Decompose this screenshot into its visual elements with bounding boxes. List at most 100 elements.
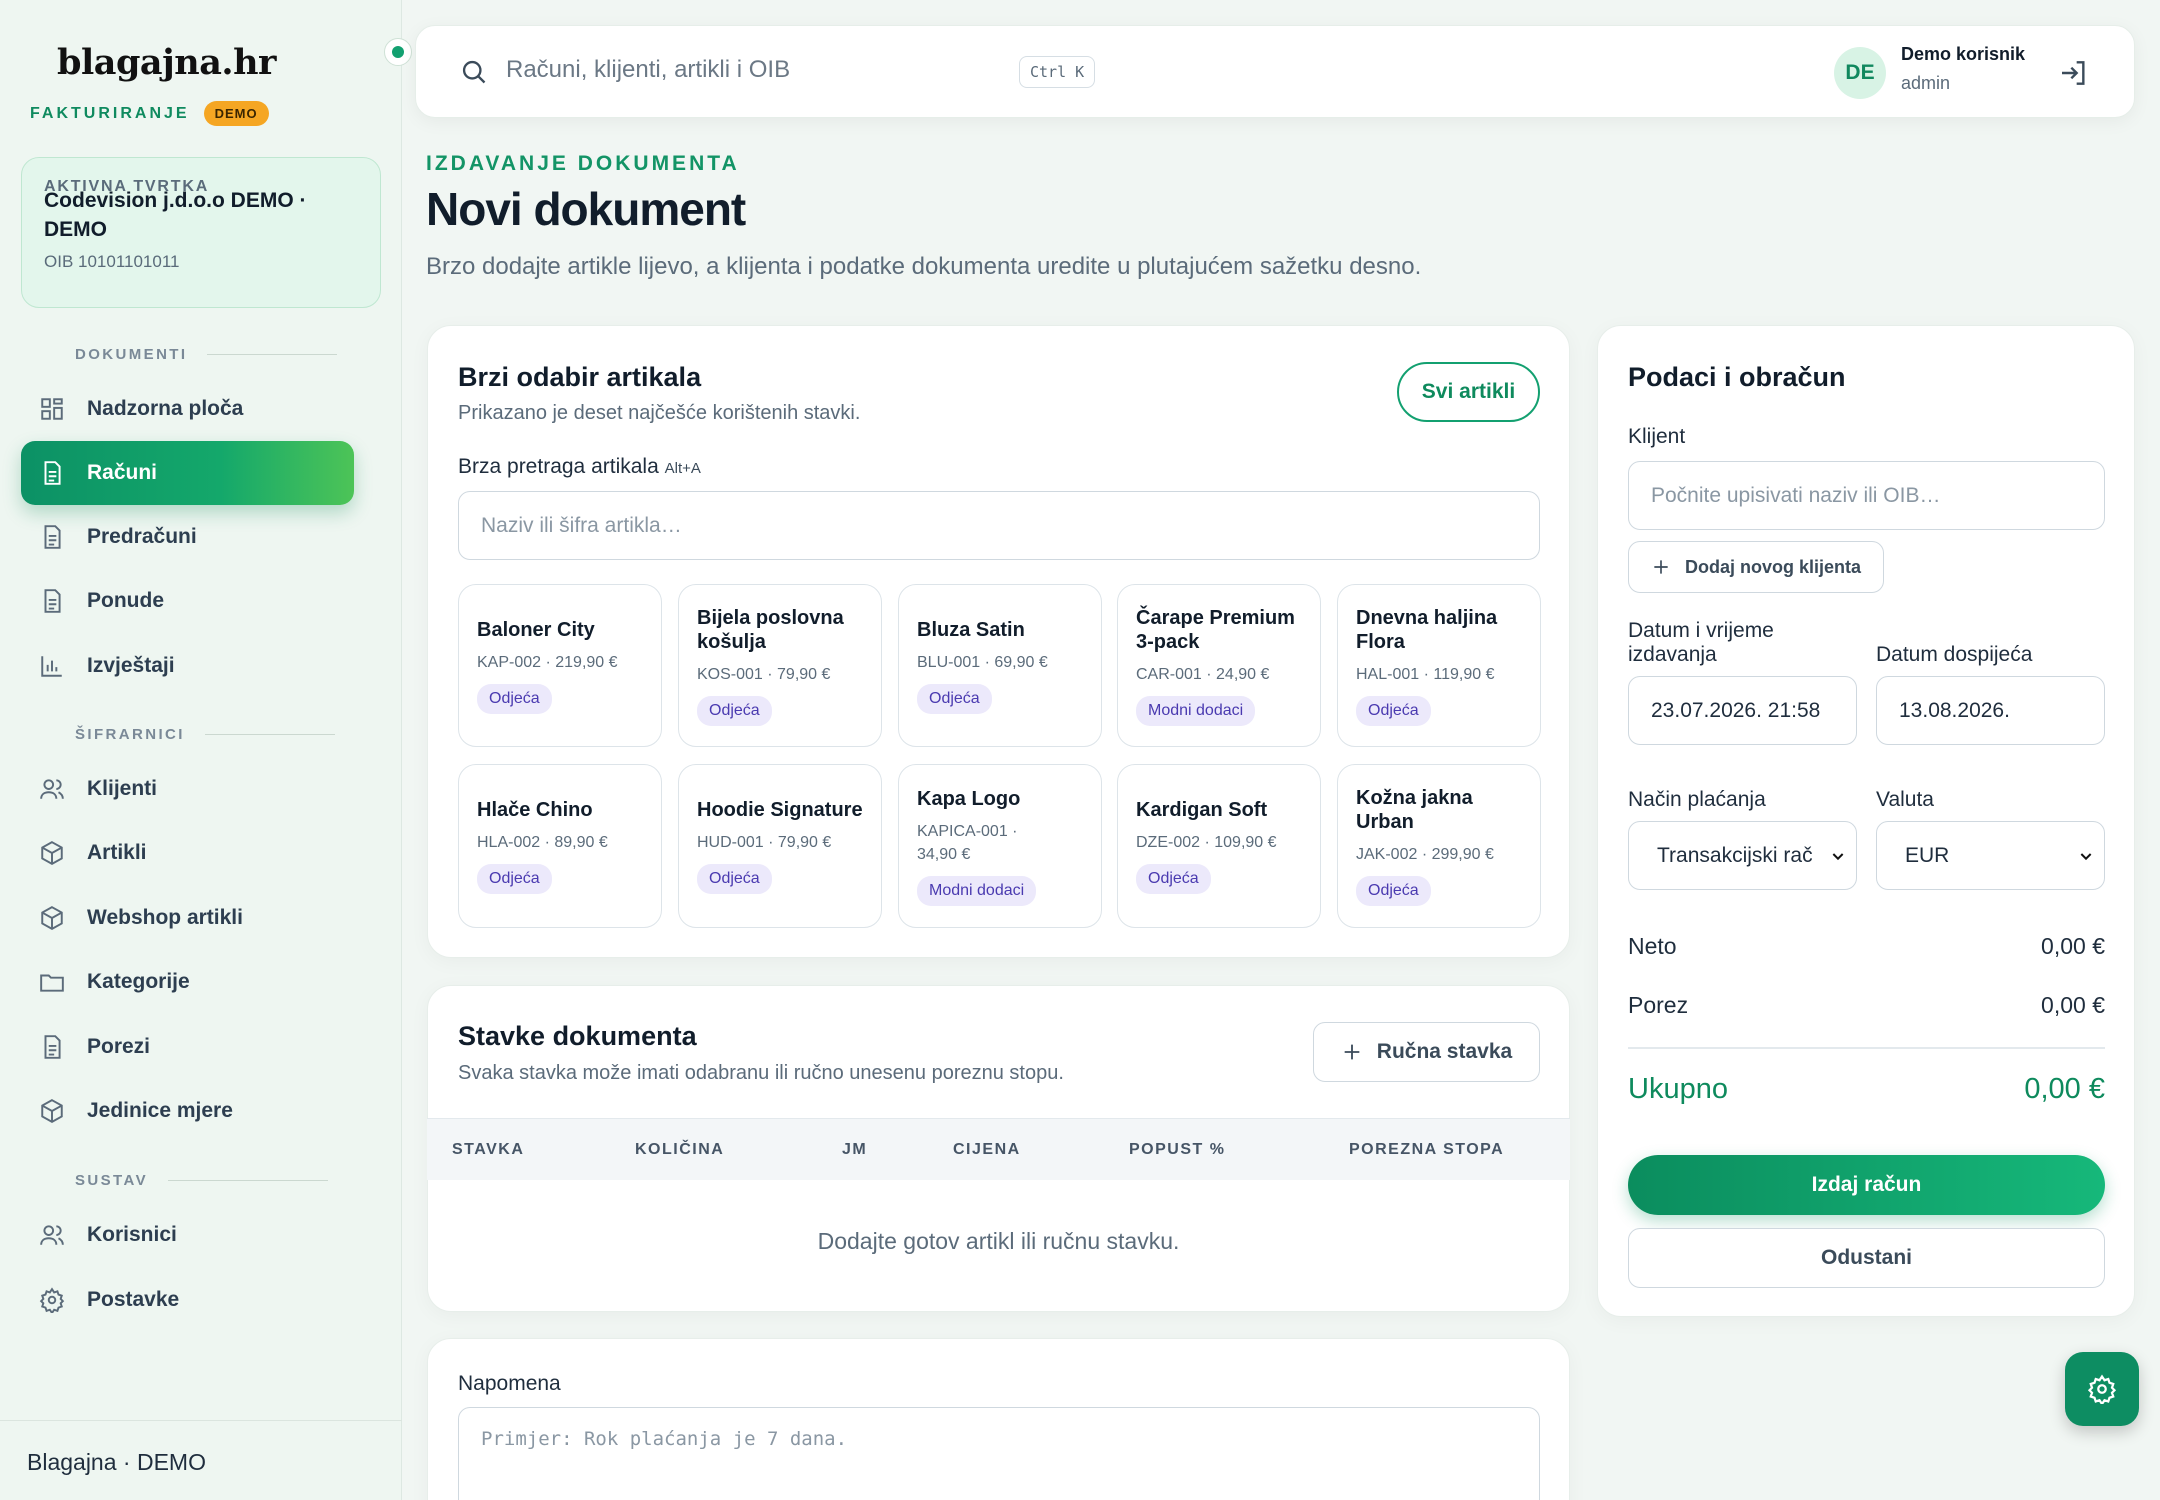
- document-icon: [44, 525, 61, 549]
- article-card[interactable]: Hlače Chino HLA-002 · 89,90 € Odjeća: [458, 764, 662, 928]
- sidebar: blagajna.hr FAKTURIRANJE DEMO AKTIVNA TV…: [0, 0, 412, 1500]
- article-name: Kožna jakna Urban: [1356, 787, 1473, 833]
- quick-pick-subtitle: Prikazano je deset najčešće korištenih s…: [458, 402, 861, 424]
- article-category-badge: Odjeća: [697, 864, 772, 894]
- sidebar-item-users[interactable]: Korisnici: [21, 1203, 354, 1267]
- manual-item-button[interactable]: Ručna stavka: [1313, 1022, 1540, 1082]
- article-meta: KAPICA-001 · 34,90 €: [917, 822, 1018, 863]
- article-name: Kardigan Soft: [1136, 799, 1268, 821]
- article-card[interactable]: Baloner City KAP-002 · 219,90 € Odjeća: [458, 584, 662, 747]
- chart-icon: [41, 656, 62, 677]
- due-date-input[interactable]: 13.08.2026.: [1876, 676, 2105, 745]
- sidebar-item-dashboard[interactable]: Nadzorna ploča: [21, 377, 354, 441]
- sidebar-item-articles[interactable]: Artikli: [21, 821, 354, 885]
- article-meta: JAK-002 · 299,90 €: [1356, 846, 1494, 863]
- article-card[interactable]: Čarape Premium 3-pack CAR-001 · 24,90 € …: [1117, 584, 1321, 747]
- column-header: CIJENA: [953, 1141, 1021, 1158]
- issue-date-input[interactable]: 23.07.2026. 21:58: [1628, 676, 1857, 745]
- payment-method-label: Način plaćanja: [1628, 788, 1766, 811]
- total-value: 0,00 €: [2024, 1073, 2105, 1105]
- article-meta: HUD-001 · 79,90 €: [697, 834, 832, 851]
- sidebar-item-clients[interactable]: Klijenti: [21, 757, 354, 821]
- total-label: Ukupno: [1628, 1073, 1728, 1105]
- gear-icon: [2087, 1374, 2117, 1404]
- company-oib: OIB 10101101011: [44, 252, 180, 271]
- cancel-button[interactable]: Odustani: [1628, 1228, 2105, 1288]
- article-search-label-text: Brza pretraga artikala: [458, 455, 659, 478]
- article-card[interactable]: Kapa Logo KAPICA-001 · 34,90 € Modni dod…: [898, 764, 1102, 928]
- section-documents: DOKUMENTI: [75, 346, 337, 363]
- page-eyebrow: IZDAVANJE DOKUMENTA: [426, 152, 740, 175]
- sidebar-item-taxes[interactable]: Porezi: [21, 1015, 354, 1079]
- article-meta: BLU-001 · 69,90 €: [917, 653, 1048, 671]
- note-textarea[interactable]: Primjer: Rok plaćanja je 7 dana.: [458, 1407, 1540, 1500]
- article-name: Hlače Chino: [477, 799, 593, 821]
- article-category-badge: Odjeća: [1136, 864, 1211, 894]
- gear-icon: [39, 1287, 65, 1313]
- summary-title: Podaci i obračun: [1628, 362, 1846, 392]
- section-system: SUSTAV: [75, 1172, 328, 1189]
- article-card[interactable]: Kardigan Soft DZE-002 · 109,90 € Odjeća: [1117, 764, 1321, 928]
- folder-icon: [40, 974, 64, 992]
- add-client-button[interactable]: Dodaj novog klijenta: [1628, 541, 1884, 593]
- article-category-badge: Modni dodaci: [917, 875, 1037, 906]
- topbar: Računi, klijenti, artikli i OIB Ctrl K D…: [415, 25, 2135, 118]
- net-value: 0,00 €: [2041, 933, 2105, 959]
- settings-fab-button[interactable]: [2065, 1352, 2139, 1426]
- sidebar-item-settings[interactable]: Postavke: [21, 1268, 354, 1332]
- sidebar-item-label: Postavke: [87, 1288, 180, 1311]
- sidebar-item-units[interactable]: Jedinice mjere: [21, 1079, 354, 1143]
- sidebar-item-reports[interactable]: Izvještaji: [21, 634, 354, 698]
- manual-item-label: Ručna stavka: [1376, 1040, 1513, 1063]
- total-row: Ukupno 0,00 €: [1628, 1073, 2105, 1106]
- issue-invoice-button[interactable]: Izdaj račun: [1628, 1155, 2105, 1215]
- article-card[interactable]: Dnevna haljina Flora HAL-001 · 119,90 € …: [1337, 584, 1541, 747]
- sidebar-item-offers[interactable]: Ponude: [21, 569, 354, 633]
- article-name: Bijela poslovna košulja: [697, 606, 844, 653]
- sidebar-item-webshop-articles[interactable]: Webshop artikli: [21, 886, 354, 950]
- payment-method-select[interactable]: Transakcijski rač: [1628, 821, 1857, 890]
- article-card[interactable]: Kožna jakna Urban JAK-002 · 299,90 € Odj…: [1337, 764, 1541, 928]
- avatar[interactable]: DE: [1834, 47, 1886, 99]
- logo[interactable]: blagajna.hr: [57, 42, 276, 83]
- article-search-input[interactable]: Naziv ili šifra artikla…: [458, 491, 1540, 560]
- quick-pick-title: Brzi odabir artikala: [458, 362, 702, 392]
- users-icon: [40, 1225, 64, 1245]
- column-header: STAVKA: [452, 1141, 525, 1158]
- brand-tag: FAKTURIRANJE: [30, 104, 190, 122]
- client-search-input[interactable]: Počnite upisivati naziv ili OIB…: [1628, 461, 2105, 530]
- global-search-input[interactable]: Računi, klijenti, artikli i OIB: [506, 56, 790, 84]
- net-label: Neto: [1628, 933, 1677, 959]
- article-meta: CAR-001 · 24,90 €: [1136, 665, 1270, 683]
- currency-select[interactable]: EUR: [1876, 821, 2105, 890]
- article-card[interactable]: Hoodie Signature HUD-001 · 79,90 € Odjeć…: [678, 764, 882, 928]
- article-name: Hoodie Signature: [697, 799, 863, 821]
- box-icon: [41, 906, 63, 930]
- currency-label: Valuta: [1876, 788, 1934, 811]
- payment-method-value: Transakcijski rač: [1657, 843, 1813, 867]
- article-card[interactable]: Bijela poslovna košulja KOS-001 · 79,90 …: [678, 584, 882, 747]
- user-role: admin: [1901, 73, 1951, 93]
- due-date-label: Datum dospijeća: [1876, 643, 2033, 666]
- active-company-card[interactable]: AKTIVNA TVRTKA Codevision j.d.o.o DEMO ·…: [21, 157, 381, 308]
- sidebar-item-proforma[interactable]: Predračuni: [21, 505, 354, 569]
- article-name: Čarape Premium 3-pack: [1136, 606, 1295, 653]
- logout-icon[interactable]: [2058, 57, 2090, 89]
- client-label: Klijent: [1628, 425, 1686, 448]
- all-articles-button[interactable]: Svi artikli: [1397, 362, 1540, 422]
- sidebar-footer: Blagajna · DEMO: [0, 1420, 402, 1500]
- article-card[interactable]: Bluza Satin BLU-001 · 69,90 € Odjeća: [898, 584, 1102, 747]
- article-meta: DZE-002 · 109,90 €: [1136, 834, 1277, 851]
- sidebar-item-label: Korisnici: [87, 1223, 177, 1246]
- sidebar-item-label: Kategorije: [87, 970, 190, 993]
- sidebar-toggle-button[interactable]: [384, 38, 412, 66]
- article-category-badge: Odjeća: [477, 683, 552, 714]
- sidebar-item-invoices[interactable]: Računi: [21, 441, 354, 505]
- article-meta: HLA-002 · 89,90 €: [477, 834, 608, 851]
- chevron-down-icon: [2080, 852, 2092, 860]
- add-client-label: Dodaj novog klijenta: [1684, 556, 1862, 577]
- sidebar-item-categories[interactable]: Kategorije: [21, 950, 354, 1014]
- net-row: Neto 0,00 €: [1628, 933, 2105, 960]
- article-category-badge: Odjeća: [917, 683, 992, 714]
- sidebar-item-label: Ponude: [87, 589, 164, 612]
